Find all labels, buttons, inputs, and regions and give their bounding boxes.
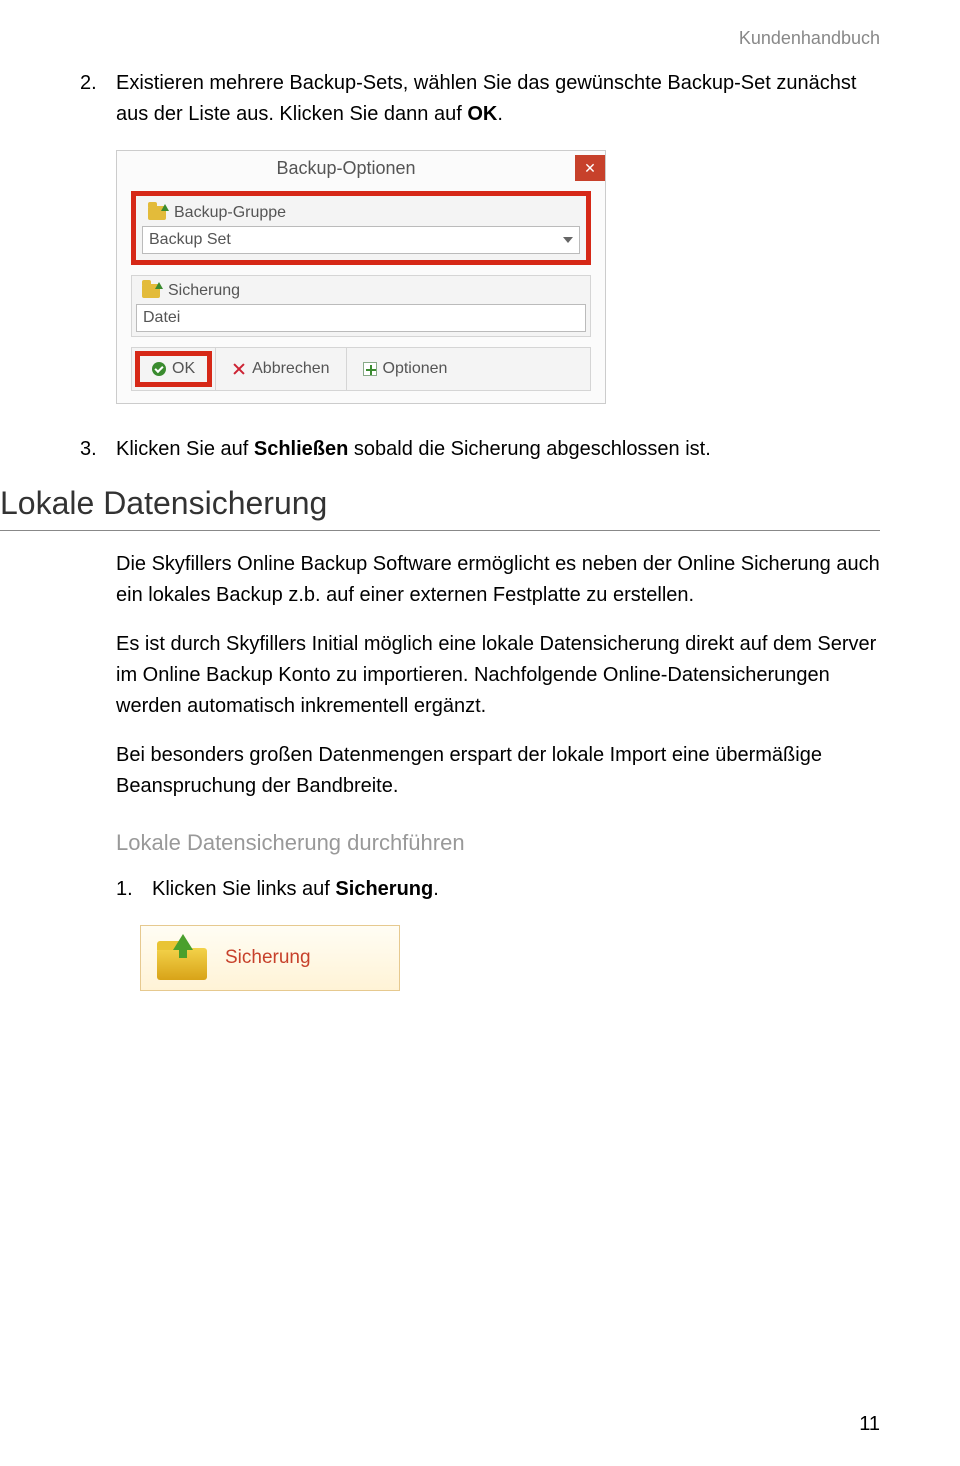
backup-group-label-row: Backup-Gruppe	[142, 202, 580, 224]
step-2-text: Existieren mehrere Backup-Sets, wählen S…	[116, 68, 880, 130]
dialog-title: Backup-Optionen	[117, 158, 575, 179]
dialog-body: Backup-Gruppe Backup Set Sicherung	[117, 191, 605, 403]
folder-icon	[148, 206, 166, 220]
step-3-post: sobald die Sicherung abgeschlossen ist.	[348, 438, 710, 460]
page-number: 11	[859, 1413, 880, 1436]
backup-options-panel: Backup-Optionen ✕ Backup-Gruppe Backup S…	[116, 150, 606, 404]
subsection-heading: Lokale Datensicherung durchführen	[116, 830, 880, 856]
dialog-titlebar: Backup-Optionen ✕	[117, 151, 605, 191]
backup-set-dropdown[interactable]: Backup Set	[142, 226, 580, 254]
step-3-pre: Klicken Sie auf	[116, 438, 254, 460]
substep-1-text: Klicken Sie links auf Sicherung.	[152, 874, 880, 905]
sicherung-label: Sicherung	[168, 282, 240, 300]
ok-label: OK	[172, 360, 195, 378]
para-3: Bei besonders großen Datenmengen erspart…	[116, 740, 880, 802]
sicherung-value: Datei	[143, 309, 180, 326]
sicherung-field[interactable]: Datei	[136, 304, 586, 332]
close-icon: ✕	[584, 160, 596, 177]
step-2-bold: OK	[467, 103, 497, 125]
step-3-num: 3.	[80, 434, 116, 465]
substep-1-post: .	[433, 878, 439, 900]
substep-1-num: 1.	[116, 874, 152, 905]
backup-set-value: Backup Set	[149, 231, 231, 249]
sicherung-screenshot: Sicherung	[140, 925, 880, 991]
substep-1-pre: Klicken Sie links auf	[152, 878, 335, 900]
step-3-bold: Schließen	[254, 438, 348, 460]
x-icon	[232, 362, 246, 376]
folder-icon	[142, 284, 160, 298]
substep-1-bold: Sicherung	[335, 878, 433, 900]
ok-button-wrap: OK	[132, 348, 216, 390]
doc-title: Kundenhandbuch	[739, 28, 880, 49]
para-2: Es ist durch Skyfillers Initial möglich …	[116, 629, 880, 722]
sicherung-button-label: Sicherung	[225, 947, 311, 969]
step-2-post: .	[497, 103, 503, 125]
page: Kundenhandbuch 2. Existieren mehrere Bac…	[0, 0, 960, 1466]
substep-1: 1. Klicken Sie links auf Sicherung.	[116, 874, 880, 905]
options-label: Optionen	[383, 360, 448, 378]
section-heading: Lokale Datensicherung	[0, 485, 880, 531]
sicherung-label-row: Sicherung	[136, 280, 586, 302]
sicherung-button[interactable]: Sicherung	[140, 925, 400, 991]
content: 2. Existieren mehrere Backup-Sets, wähle…	[80, 68, 880, 991]
cancel-label: Abbrechen	[252, 360, 329, 378]
options-button[interactable]: Optionen	[347, 348, 464, 390]
step-3-text: Klicken Sie auf Schließen sobald die Sic…	[116, 434, 880, 465]
step-2: 2. Existieren mehrere Backup-Sets, wähle…	[80, 68, 880, 130]
dialog-button-row: OK Abbrechen Optionen	[131, 347, 591, 391]
para-1: Die Skyfillers Online Backup Software er…	[116, 549, 880, 611]
folder-upload-icon	[157, 936, 207, 980]
check-icon	[152, 362, 166, 376]
sicherung-section: Sicherung Datei	[131, 275, 591, 337]
backup-group-section: Backup-Gruppe Backup Set	[131, 191, 591, 265]
step-2-num: 2.	[80, 68, 116, 130]
step-3: 3. Klicken Sie auf Schließen sobald die …	[80, 434, 880, 465]
dialog-screenshot: Backup-Optionen ✕ Backup-Gruppe Backup S…	[116, 150, 880, 404]
ok-button[interactable]: OK	[135, 351, 212, 387]
close-button[interactable]: ✕	[575, 155, 605, 181]
cancel-button[interactable]: Abbrechen	[216, 348, 346, 390]
chevron-down-icon	[563, 237, 573, 243]
backup-group-label: Backup-Gruppe	[174, 204, 286, 222]
plus-icon	[363, 362, 377, 376]
